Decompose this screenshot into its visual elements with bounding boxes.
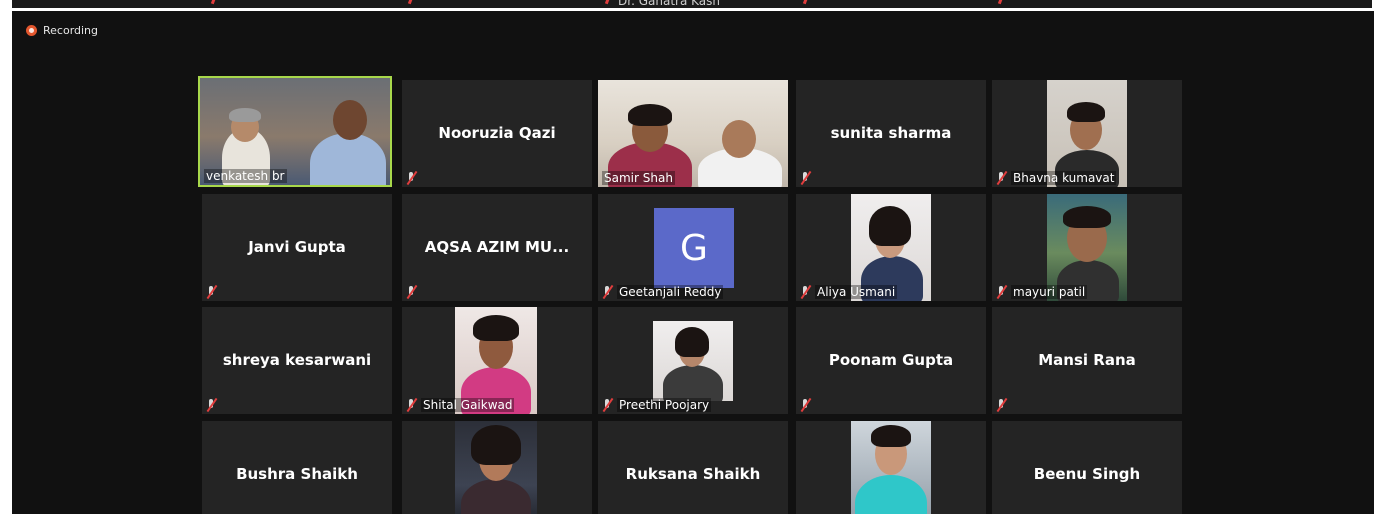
mute-icon bbox=[996, 398, 1007, 412]
participant-video bbox=[851, 421, 931, 514]
mute-icon bbox=[407, 0, 413, 5]
participant-name: Nooruzia Qazi bbox=[438, 124, 556, 142]
mute-icon bbox=[602, 285, 613, 299]
participant-tile-shreya-kesarwani[interactable]: shreya kesarwani bbox=[202, 307, 392, 414]
participant-name: Mansi Rana bbox=[1038, 351, 1136, 369]
participant-label bbox=[800, 398, 811, 412]
participant-label bbox=[206, 398, 217, 412]
mute-icon bbox=[996, 171, 1007, 185]
participant-label: Samir Shah bbox=[602, 171, 675, 185]
participant-label: Preethi Poojary bbox=[602, 398, 712, 412]
participant-label bbox=[406, 285, 417, 299]
participant-name: Aliya Usmani bbox=[815, 285, 898, 299]
mute-icon bbox=[996, 285, 1007, 299]
mute-icon bbox=[406, 398, 417, 412]
participant-name: Bushra Shaikh bbox=[236, 465, 358, 483]
mute-icon bbox=[206, 285, 217, 299]
participant-tile-ruksana-shaikh[interactable]: Ruksana Shaikh bbox=[598, 421, 788, 514]
participant-tile-samir-shah[interactable]: Samir Shah bbox=[598, 80, 788, 187]
participant-tile-venkatesh-br[interactable]: venkatesh br bbox=[198, 76, 392, 187]
participant-name: shreya kesarwani bbox=[222, 351, 372, 369]
participant-name: Preethi Poojary bbox=[617, 398, 712, 412]
participant-label bbox=[206, 285, 217, 299]
participant-label bbox=[996, 398, 1007, 412]
participant-label bbox=[406, 171, 417, 185]
participant-name: Janvi Gupta bbox=[248, 238, 346, 256]
participant-label: venkatesh br bbox=[204, 169, 287, 183]
participant-tile-sunita-sharma[interactable]: sunita sharma bbox=[796, 80, 986, 187]
participant-name: venkatesh br bbox=[204, 169, 287, 183]
participant-tile-mayuri-patil[interactable]: mayuri patil bbox=[992, 194, 1182, 301]
mute-icon bbox=[997, 0, 1003, 5]
mute-icon bbox=[206, 398, 217, 412]
mute-icon bbox=[802, 0, 808, 5]
mute-icon bbox=[602, 398, 613, 412]
participant-tile-geetanjali-reddy[interactable]: G Geetanjali Reddy bbox=[598, 194, 788, 301]
participant-name: Ruksana Shaikh bbox=[625, 465, 761, 483]
participant-label bbox=[800, 171, 811, 185]
participant-tile-bhavna-kumavat[interactable]: Bhavna kumavat bbox=[992, 80, 1182, 187]
mute-icon bbox=[800, 285, 811, 299]
participant-label: mayuri patil bbox=[996, 285, 1088, 299]
participant-name-label: Dr. Ganatra Kash bbox=[618, 0, 720, 8]
mute-icon bbox=[406, 171, 417, 185]
participant-tile[interactable] bbox=[796, 421, 986, 514]
participant-label: Aliya Usmani bbox=[800, 285, 898, 299]
participant-tile-shital-gaikwad[interactable]: Shital Gaikwad bbox=[402, 307, 592, 414]
mute-icon bbox=[210, 0, 216, 5]
avatar: G bbox=[654, 208, 734, 288]
participant-name: Beenu Singh bbox=[1033, 465, 1141, 483]
participant-tile-preethi-poojary[interactable]: Preethi Poojary bbox=[598, 307, 788, 414]
recording-icon bbox=[26, 24, 37, 36]
participant-name: AQSA AZIM MU... bbox=[424, 238, 570, 256]
participant-tile-beenu-singh[interactable]: Beenu Singh bbox=[992, 421, 1182, 514]
participant-label: Shital Gaikwad bbox=[406, 398, 515, 412]
previous-gallery-strip: Dr. Ganatra Kash bbox=[12, 0, 1372, 8]
mute-icon bbox=[406, 285, 417, 299]
participant-tile-poonam-gupta[interactable]: Poonam Gupta bbox=[796, 307, 986, 414]
participant-name: Samir Shah bbox=[602, 171, 675, 185]
participant-name: Poonam Gupta bbox=[828, 351, 954, 369]
participant-name: mayuri patil bbox=[1011, 285, 1088, 299]
participant-tile-aliya-usmani[interactable]: Aliya Usmani bbox=[796, 194, 986, 301]
meeting-gallery-view: Recording venkatesh br Nooruzia Qazi Sam… bbox=[12, 11, 1374, 514]
participant-tile-mansi-rana[interactable]: Mansi Rana bbox=[992, 307, 1182, 414]
participant-name: Geetanjali Reddy bbox=[617, 285, 724, 299]
participant-tile-janvi-gupta[interactable]: Janvi Gupta bbox=[202, 194, 392, 301]
recording-label: Recording bbox=[43, 23, 99, 37]
participant-label: Geetanjali Reddy bbox=[602, 285, 724, 299]
mute-icon bbox=[604, 0, 610, 5]
participant-tile-nooruzia-qazi[interactable]: Nooruzia Qazi bbox=[402, 80, 592, 187]
participant-tile-aqsa-azim[interactable]: AQSA AZIM MU... bbox=[402, 194, 592, 301]
participant-video bbox=[653, 321, 733, 401]
participant-label: Bhavna kumavat bbox=[996, 171, 1117, 185]
mute-icon bbox=[800, 398, 811, 412]
participant-tile[interactable] bbox=[402, 421, 592, 514]
participant-tile-bushra-shaikh[interactable]: Bushra Shaikh bbox=[202, 421, 392, 514]
participant-name: Shital Gaikwad bbox=[421, 398, 515, 412]
participant-video bbox=[455, 421, 537, 514]
recording-indicator[interactable]: Recording bbox=[26, 23, 98, 37]
participant-name: sunita sharma bbox=[830, 124, 952, 142]
mute-icon bbox=[800, 171, 811, 185]
participant-name: Bhavna kumavat bbox=[1011, 171, 1117, 185]
